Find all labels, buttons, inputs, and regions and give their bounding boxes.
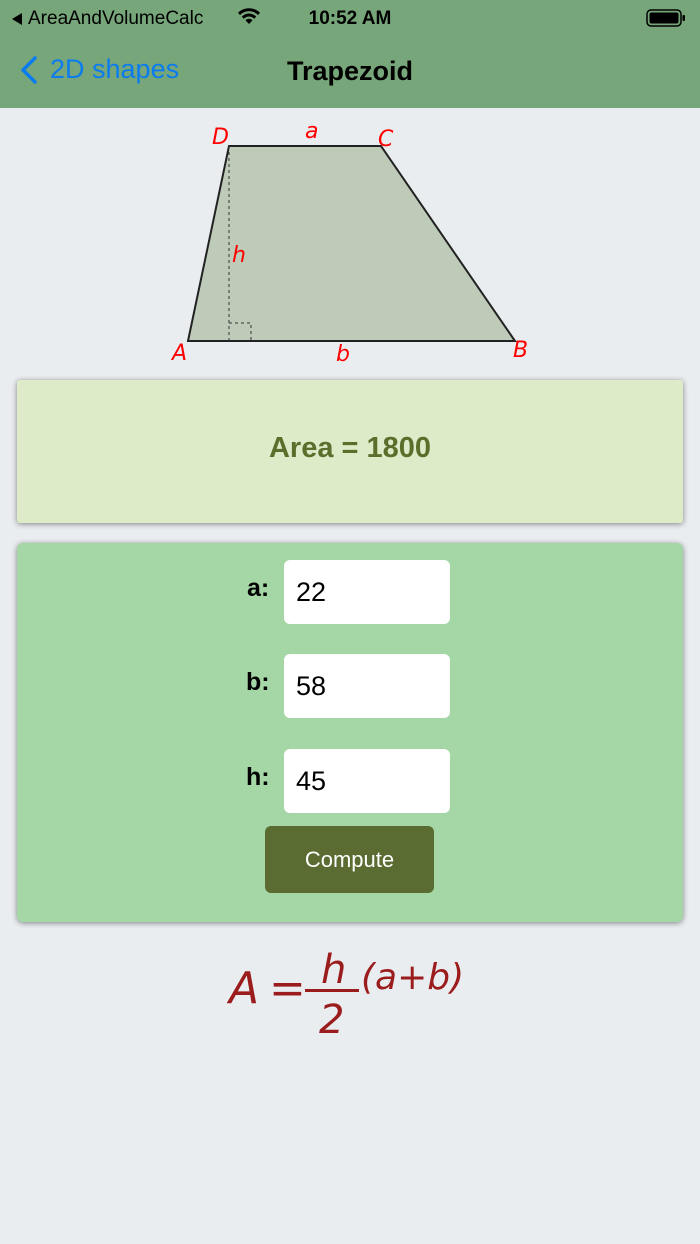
fraction-bar (305, 989, 359, 992)
formula-eq: = (269, 963, 306, 1014)
input-a[interactable] (284, 560, 450, 624)
area-result-text: Area = 1800 (268, 432, 432, 464)
input-b[interactable] (284, 654, 450, 718)
input-card: a: b: h: Compute (17, 543, 683, 922)
battery-icon (646, 9, 685, 27)
vertex-label-a: A (170, 341, 187, 366)
side-label-b: b (336, 342, 350, 367)
height-label-h: h (232, 243, 246, 268)
status-bar: AreaAndVolumeCalc 10:52 AM (0, 0, 700, 36)
compute-button[interactable]: Compute (265, 826, 434, 893)
formula-numerator: h (321, 947, 346, 993)
input-h[interactable] (284, 749, 450, 813)
label-h: h: (246, 763, 270, 791)
side-label-a: a (305, 119, 318, 144)
label-b: b: (246, 668, 270, 696)
formula-denominator: 2 (319, 997, 344, 1043)
navigation-bar: 2D shapes Trapezoid (0, 44, 700, 100)
label-a: a: (247, 574, 270, 602)
status-time: 10:52 AM (308, 8, 392, 29)
formula-rest: (a+b) (361, 957, 464, 998)
formula-a: A (226, 963, 259, 1014)
area-formula: A = h 2 (a+b) (226, 947, 464, 1043)
vertex-label-d: D (212, 125, 229, 150)
header: AreaAndVolumeCalc 10:52 AM 2D shapes Tra… (0, 0, 700, 108)
area-result-card: Area = 1800 (17, 380, 683, 523)
vertex-label-b: B (513, 338, 528, 363)
page-title: Trapezoid (286, 56, 414, 86)
trapezoid-diagram: D a C h A b B (170, 119, 528, 367)
vertex-label-c: C (378, 127, 394, 152)
